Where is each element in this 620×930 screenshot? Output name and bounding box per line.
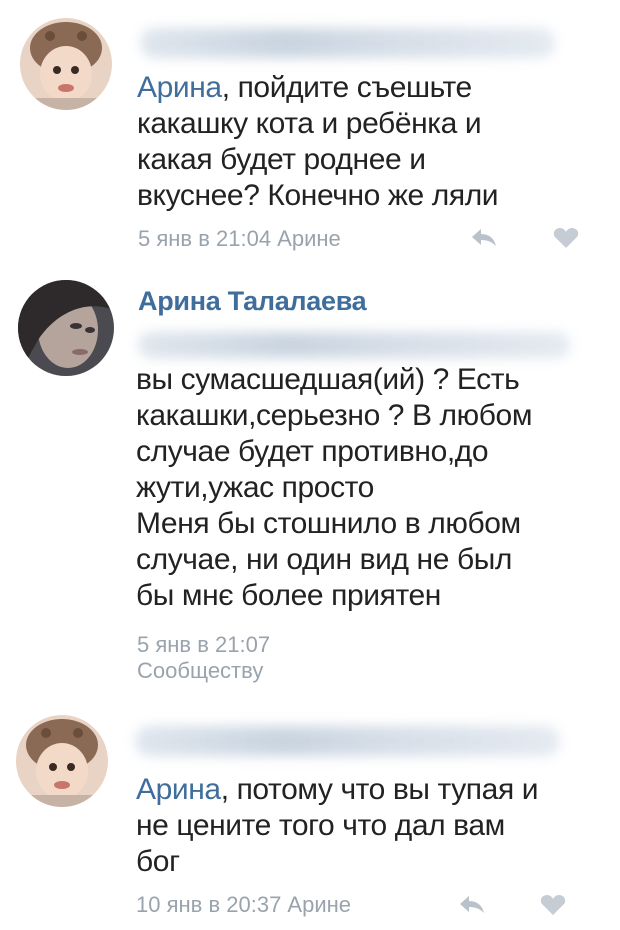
avatar-girl[interactable] bbox=[18, 280, 114, 376]
quoted-text-hidden bbox=[138, 332, 570, 358]
heart-icon[interactable] bbox=[540, 894, 566, 921]
comment-text: Арина, потому что вы тупая и не цените т… bbox=[136, 773, 539, 878]
comment-text: Арина, пойдите съешьте какашку кота и ре… bbox=[137, 71, 499, 212]
mention-link[interactable]: Арина bbox=[137, 71, 222, 104]
heart-icon[interactable] bbox=[553, 227, 579, 254]
author-name[interactable]: Арина Талалаева bbox=[138, 286, 367, 317]
comment-meta: 10 янв в 20:37 Арине bbox=[136, 892, 351, 917]
reply-icon[interactable] bbox=[470, 226, 498, 253]
author-name-hidden bbox=[135, 726, 560, 756]
mention-link[interactable]: Арина bbox=[136, 773, 221, 806]
comment-text: вы сумасшедшая(ий) ? Есть какашки,серьез… bbox=[136, 363, 533, 612]
avatar-baby[interactable] bbox=[20, 18, 112, 110]
avatar-baby[interactable] bbox=[16, 715, 108, 807]
reply-icon[interactable] bbox=[458, 893, 486, 920]
comment-meta: 5 янв в 21:04 Арине bbox=[138, 226, 341, 251]
author-name-hidden bbox=[140, 28, 555, 58]
comment-meta: 5 янв в 21:07 Сообществу bbox=[137, 632, 271, 683]
